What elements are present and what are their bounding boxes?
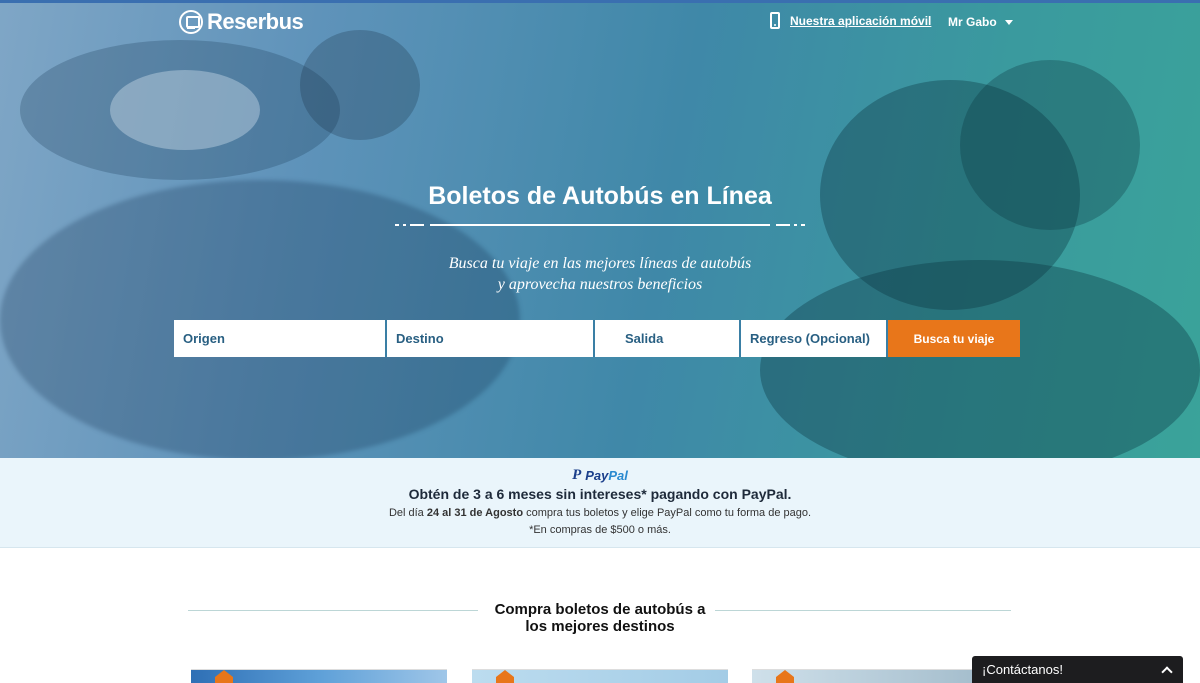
search-form: Origen Destino Salida Regreso (Opcional)… [174, 320, 1020, 357]
return-date-field[interactable]: Regreso (Opcional) [741, 320, 888, 357]
page-title: Boletos de Autobús en Línea [428, 182, 772, 210]
hero-subtitle: Busca tu viaje en las mejores líneas de … [0, 253, 1200, 295]
promo-date-range: 24 al 31 de Agosto [426, 507, 524, 519]
destination-field[interactable]: Destino [387, 320, 595, 357]
mobile-app-link[interactable]: Nuestra aplicación móvil [770, 12, 931, 29]
divider-dash [395, 224, 399, 226]
top-border [0, 0, 1200, 3]
paypal-word-part: Pal [608, 468, 628, 483]
title-divider [395, 223, 805, 227]
divider-dash [794, 224, 797, 226]
destinations-heading: Compra boletos de autobús a los mejores … [0, 601, 1200, 635]
reserbus-logo[interactable]: Reserbus [179, 9, 304, 35]
destination-card[interactable] [752, 669, 1008, 683]
chevron-down-icon [1004, 19, 1013, 25]
price-tag-icon [776, 670, 794, 683]
logo-text: Reserbus [207, 9, 304, 34]
background-photo-shape [110, 70, 260, 150]
user-menu[interactable]: Mr Gabo [948, 15, 1013, 29]
background-photo-shape [300, 30, 420, 140]
bus-icon [179, 10, 203, 34]
paypal-promo-banner: P PayPal Obtén de 3 a 6 meses sin intere… [0, 458, 1200, 548]
phone-icon [770, 12, 780, 29]
divider-dash [801, 224, 805, 226]
search-trip-button[interactable]: Busca tu viaje [888, 320, 1020, 357]
destination-card[interactable] [191, 669, 447, 683]
hero-subtitle-line: Busca tu viaje en las mejores líneas de … [448, 255, 752, 272]
promo-dates: Del día 24 al 31 de Agosto compra tus bo… [0, 507, 1200, 519]
divider-dash [410, 224, 424, 226]
promo-title: Obtén de 3 a 6 meses sin intereses* paga… [408, 486, 792, 502]
divider-line [430, 224, 770, 226]
departure-date-field[interactable]: Salida [595, 320, 741, 357]
divider-dash [776, 224, 790, 226]
origin-field[interactable]: Origen [174, 320, 387, 357]
hero-banner: Reserbus Nuestra aplicación móvil Mr Gab… [0, 0, 1200, 458]
chevron-up-icon[interactable] [1161, 665, 1173, 678]
promo-text: Del día [388, 507, 427, 519]
contact-label: ¡Contáctanos! [982, 662, 1063, 677]
promo-text: compra tus boletos y elige PayPal como t… [523, 507, 812, 519]
paypal-wordmark: PayPal [585, 468, 628, 483]
paypal-logo: P PayPal [0, 467, 1200, 484]
promo-note: *En compras de $500 o más. [529, 524, 671, 536]
contact-chat-widget[interactable]: ¡Contáctanos! [972, 656, 1183, 683]
user-name: Mr Gabo [948, 15, 997, 29]
price-tag-icon [496, 670, 514, 683]
mobile-app-label[interactable]: Nuestra aplicación móvil [790, 14, 931, 28]
price-tag-icon [215, 670, 233, 683]
destinations-heading-line: los mejores destinos [525, 618, 675, 635]
paypal-word-part: Pay [585, 468, 609, 483]
destinations-heading-line: Compra boletos de autobús a [494, 601, 706, 618]
background-photo-shape [0, 180, 520, 458]
divider-dash [403, 224, 406, 226]
paypal-icon: P [572, 467, 582, 483]
hero-subtitle-line: y aprovecha nuestros beneficios [497, 276, 703, 293]
destination-card[interactable] [472, 669, 728, 683]
